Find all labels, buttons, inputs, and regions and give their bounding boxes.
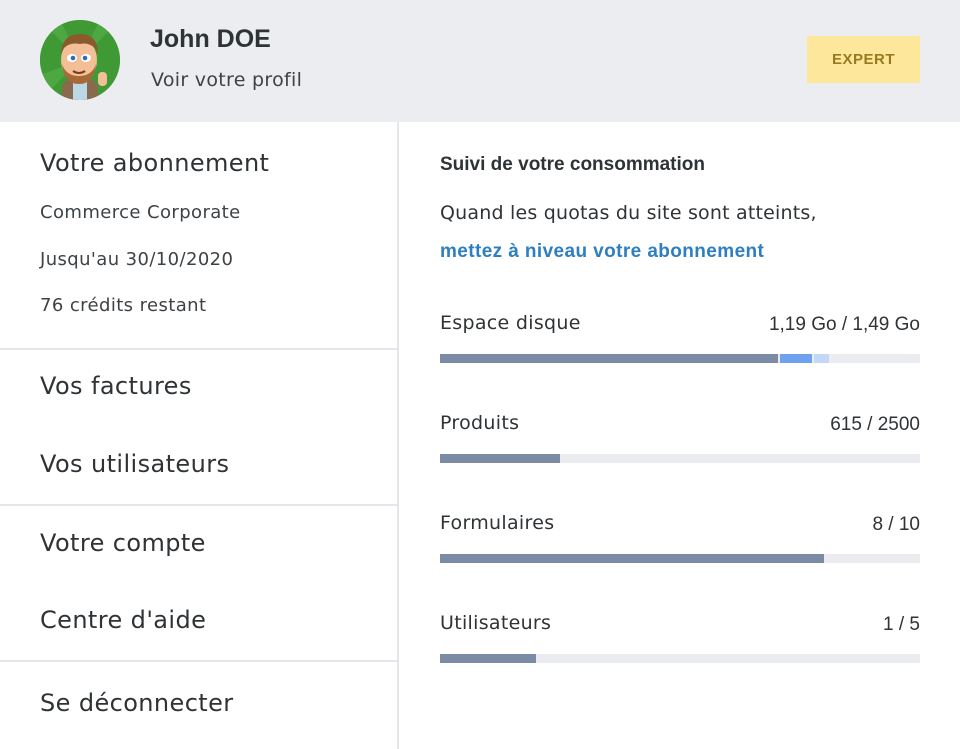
metric-forms: Formulaires 8 / 10 [440, 512, 920, 572]
menu-item-invoices[interactable]: Vos factures [40, 372, 192, 400]
subscription-end-date: Jusqu'au 30/10/2020 [40, 249, 234, 270]
metric-products: Produits 615 / 2500 [440, 412, 920, 472]
avatar-illustration-icon [40, 20, 120, 100]
progress-bar [440, 554, 920, 563]
metric-label: Formulaires [440, 512, 555, 534]
profile-header: John DOE Voir votre profil EXPERT [0, 0, 960, 122]
progress-fill [780, 354, 812, 363]
view-profile-link[interactable]: Voir votre profil [151, 69, 302, 91]
metric-disk-space: Espace disque 1,19 Go / 1,49 Go [440, 312, 920, 372]
divider [0, 348, 398, 350]
metric-label: Produits [440, 412, 520, 434]
progress-fill [440, 354, 778, 363]
user-name: John DOE [150, 25, 271, 53]
menu-item-account[interactable]: Votre compte [40, 529, 206, 557]
subscription-credits: 76 crédits restant [40, 295, 207, 316]
progress-fill [814, 354, 829, 363]
metric-label: Espace disque [440, 312, 581, 334]
metric-value: 1 / 5 [883, 614, 920, 635]
progress-bar [440, 654, 920, 663]
metric-value: 1,19 Go / 1,49 Go [768, 314, 920, 335]
metric-label: Utilisateurs [440, 612, 552, 634]
divider [0, 504, 398, 506]
subscription-title: Votre abonnement [40, 149, 270, 177]
metric-value: 8 / 10 [872, 514, 920, 535]
level-badge: EXPERT [807, 36, 920, 83]
progress-bar [440, 354, 920, 363]
logout-button[interactable]: Se déconnecter [40, 689, 234, 717]
usage-panel: Suivi de votre consommation Quand les qu… [440, 122, 920, 749]
progress-fill [440, 654, 536, 663]
metric-value: 615 / 2500 [830, 414, 920, 435]
progress-fill [440, 454, 560, 463]
avatar[interactable] [40, 20, 120, 100]
metric-users: Utilisateurs 1 / 5 [440, 612, 920, 672]
upgrade-subscription-link[interactable]: mettez à niveau votre abonnement [440, 241, 764, 263]
progress-bar [440, 454, 920, 463]
subscription-plan: Commerce Corporate [40, 202, 241, 223]
usage-description: Quand les quotas du site sont atteints, [440, 202, 817, 224]
progress-fill [440, 554, 824, 563]
account-sidebar: Votre abonnement Commerce Corporate Jusq… [0, 122, 399, 749]
menu-item-help-center[interactable]: Centre d'aide [40, 606, 206, 634]
usage-title: Suivi de votre consommation [440, 154, 705, 175]
menu-item-users[interactable]: Vos utilisateurs [40, 450, 229, 478]
divider [0, 660, 398, 662]
